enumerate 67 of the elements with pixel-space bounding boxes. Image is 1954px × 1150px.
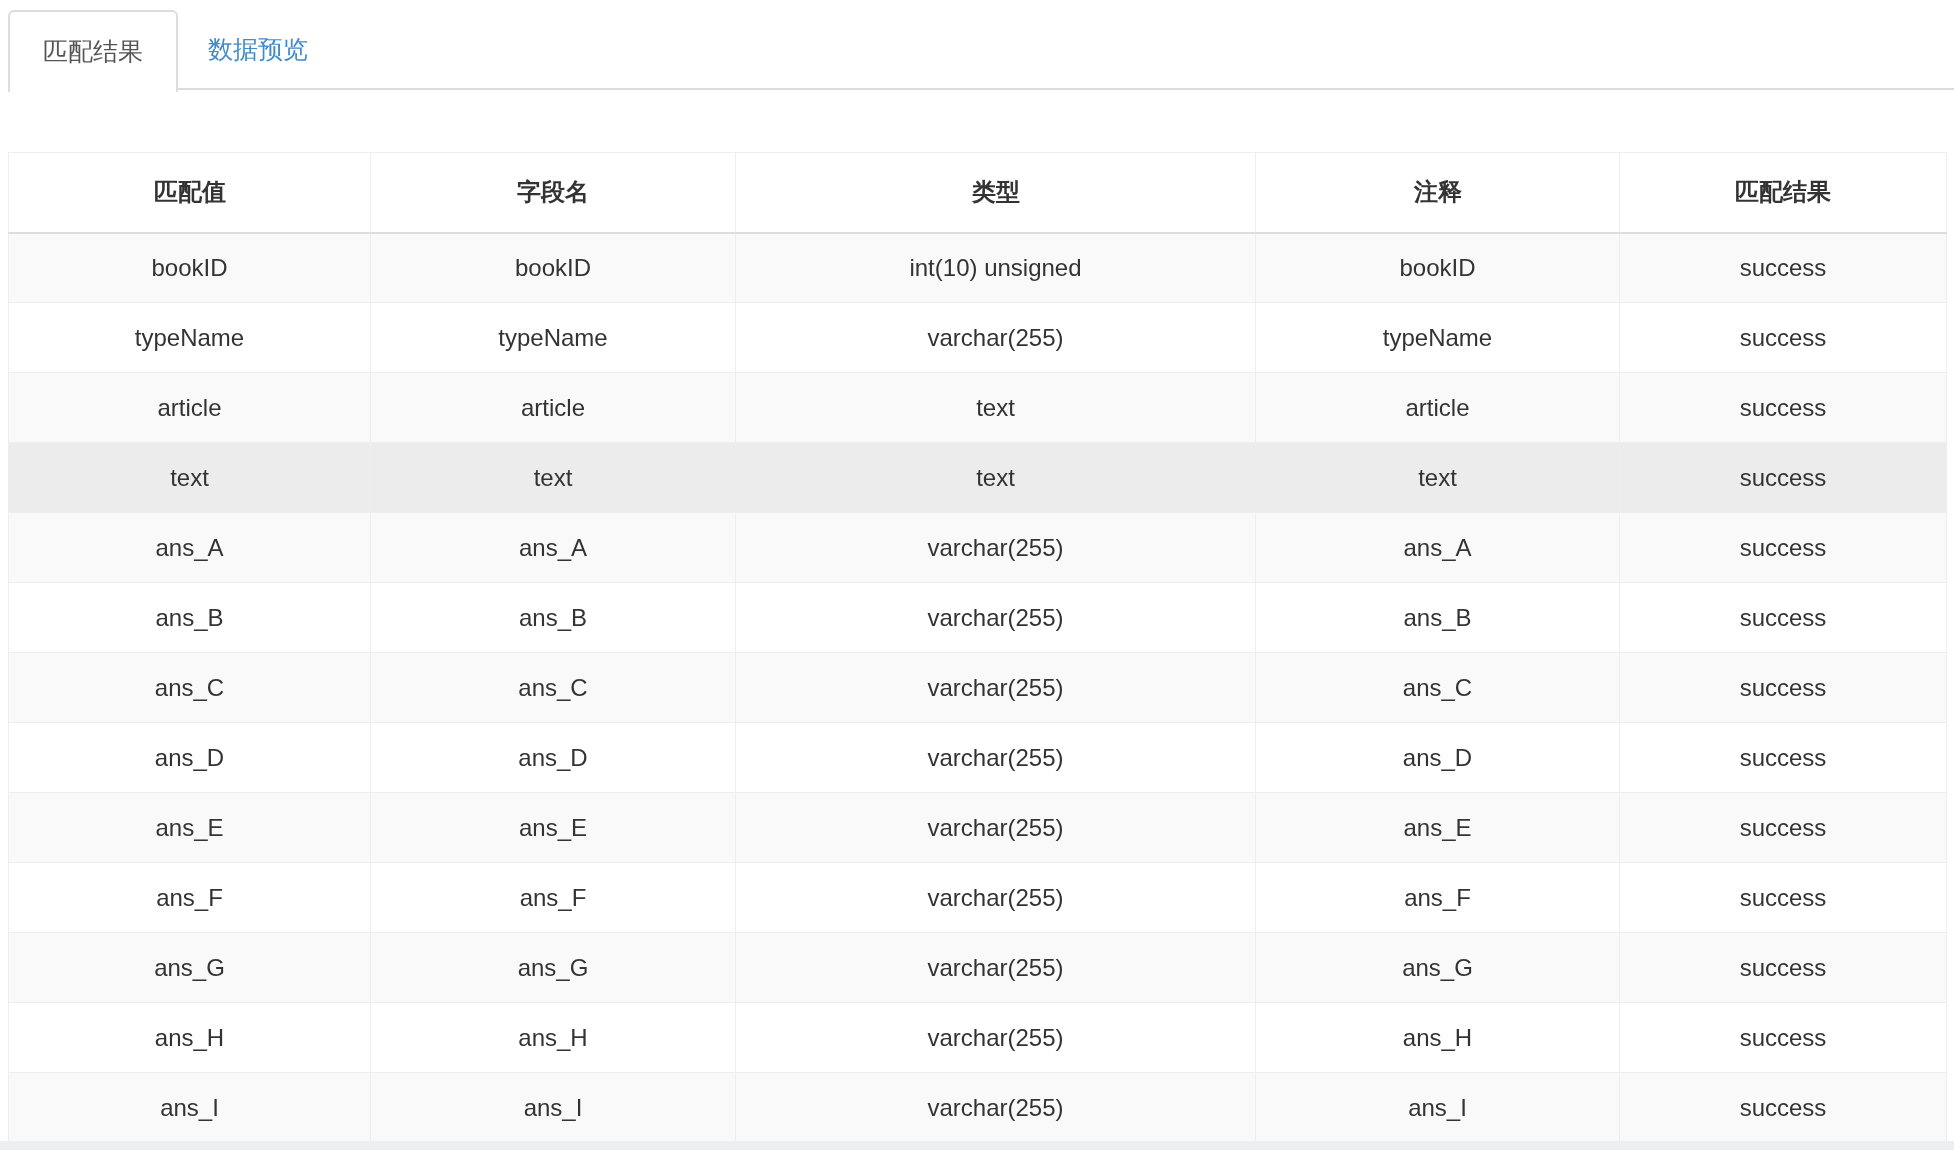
table-cell: ans_C: [8, 652, 371, 723]
table-cell: varchar(255): [735, 932, 1256, 1003]
table-cell: ans_D: [8, 722, 371, 793]
table-cell: varchar(255): [735, 582, 1256, 653]
tab[interactable]: 匹配结果: [8, 10, 178, 92]
table-cell: success: [1619, 372, 1947, 443]
table-cell: varchar(255): [735, 722, 1256, 793]
table-cell: ans_A: [370, 512, 736, 583]
table-cell: ans_C: [370, 652, 736, 723]
table-cell: typeName: [8, 302, 371, 373]
table-cell: ans_F: [8, 862, 371, 933]
table-cell: ans_D: [1255, 722, 1620, 793]
table-cell: ans_B: [1255, 582, 1620, 653]
table-cell: bookID: [8, 232, 371, 303]
table-cell: ans_H: [1255, 1002, 1620, 1073]
table-cell: bookID: [1255, 232, 1620, 303]
table-cell: ans_H: [370, 1002, 736, 1073]
table-cell: typeName: [1255, 302, 1620, 373]
table-cell: ans_E: [1255, 792, 1620, 863]
table-cell: success: [1619, 1002, 1947, 1073]
table-cell: article: [1255, 372, 1620, 443]
table-cell: success: [1619, 652, 1947, 723]
tab[interactable]: 数据预览: [178, 10, 338, 90]
table-cell: text: [370, 442, 736, 513]
table-cell: ans_B: [370, 582, 736, 653]
table-cell: varchar(255): [735, 652, 1256, 723]
table-cell: ans_A: [8, 512, 371, 583]
table-cell: text: [735, 372, 1256, 443]
table-cell: ans_G: [8, 932, 371, 1003]
table-cell: ans_D: [370, 722, 736, 793]
table-cell: varchar(255): [735, 512, 1256, 583]
table-cell: text: [735, 442, 1256, 513]
table-cell: int(10) unsigned: [735, 232, 1256, 303]
table-cell: bookID: [370, 232, 736, 303]
table-cell: ans_E: [370, 792, 736, 863]
table-cell: text: [1255, 442, 1620, 513]
column-header: 匹配结果: [1619, 152, 1947, 233]
table-cell: ans_F: [370, 862, 736, 933]
table-cell: ans_B: [8, 582, 371, 653]
table-cell: ans_A: [1255, 512, 1620, 583]
table-cell: article: [370, 372, 736, 443]
column-header: 类型: [735, 152, 1256, 233]
table-cell: typeName: [370, 302, 736, 373]
table-cell: success: [1619, 582, 1947, 653]
column-header: 字段名: [370, 152, 736, 233]
table-cell: success: [1619, 862, 1947, 933]
table-cell: article: [8, 372, 371, 443]
table-cell: success: [1619, 302, 1947, 373]
table-cell: success: [1619, 932, 1947, 1003]
table-cell: ans_G: [370, 932, 736, 1003]
table-cell: ans_E: [8, 792, 371, 863]
table-cell: text: [8, 442, 371, 513]
table-cell: success: [1619, 722, 1947, 793]
table-cell: ans_C: [1255, 652, 1620, 723]
column-header: 注释: [1255, 152, 1620, 233]
table-cell: varchar(255): [735, 302, 1256, 373]
table-cell: ans_F: [1255, 862, 1620, 933]
table-cell: success: [1619, 512, 1947, 583]
table-cell: success: [1619, 232, 1947, 303]
table-cell: varchar(255): [735, 1002, 1256, 1073]
table-cell: ans_H: [8, 1002, 371, 1073]
table-cell: success: [1619, 442, 1947, 513]
table-cell: varchar(255): [735, 792, 1256, 863]
column-header: 匹配值: [8, 152, 371, 233]
table-cell: ans_G: [1255, 932, 1620, 1003]
table-cell: success: [1619, 792, 1947, 863]
table-cell: varchar(255): [735, 862, 1256, 933]
